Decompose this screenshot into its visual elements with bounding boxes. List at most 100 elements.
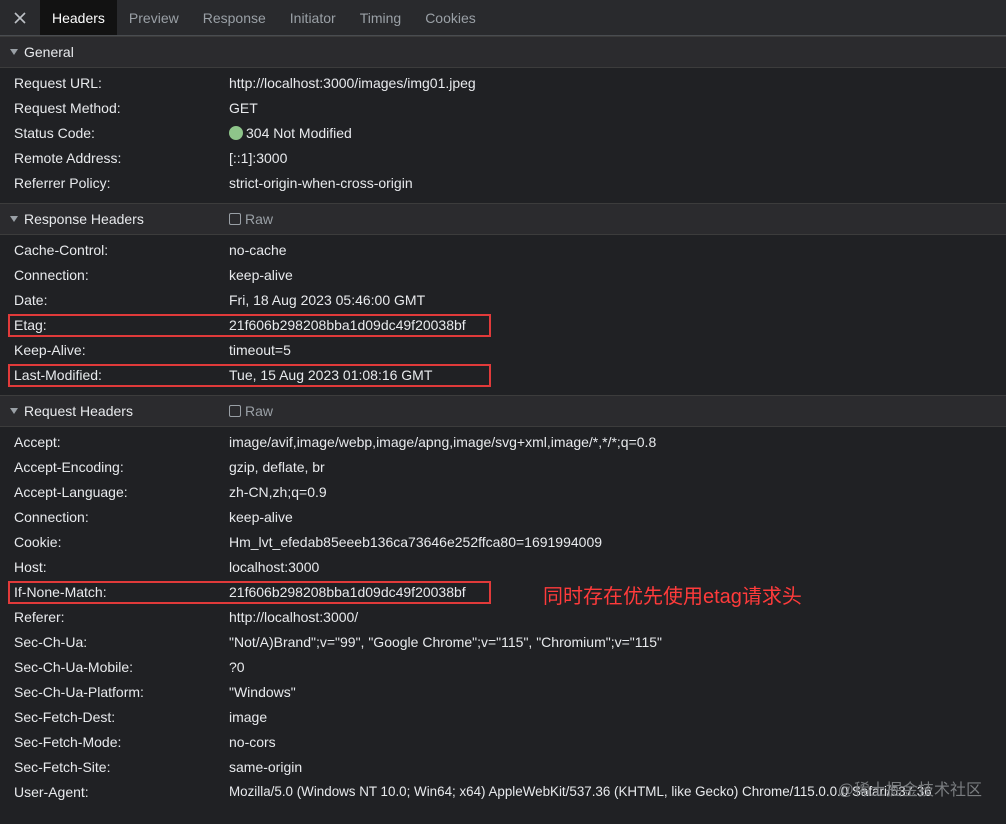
header-row-last-modified: Last-Modified: Tue, 15 Aug 2023 01:08:16 … (0, 363, 1006, 388)
header-row: Cookie: Hm_lvt_efedab85eeeb136ca73646e252… (0, 530, 1006, 555)
header-row: Sec-Fetch-Mode: no-cors (0, 730, 1006, 755)
header-value: http://localhost:3000/images/img01.jpeg (229, 75, 476, 91)
header-key: Request URL: (14, 75, 102, 91)
section-title: Request Headers (24, 403, 133, 419)
checkbox-icon[interactable] (229, 213, 241, 225)
header-row: Remote Address: [::1]:3000 (0, 146, 1006, 171)
header-key: Sec-Ch-Ua-Mobile: (14, 659, 134, 675)
status-dot-icon (229, 126, 243, 140)
header-value: no-cors (229, 734, 276, 750)
header-key: Cache-Control: (14, 242, 109, 258)
header-row: Host: localhost:3000 (0, 555, 1006, 580)
section-general-header[interactable]: General (0, 36, 1006, 68)
section-title: General (24, 44, 74, 60)
header-value: no-cache (229, 242, 287, 258)
header-key: Etag: (14, 317, 47, 333)
section-response-headers-header[interactable]: Response Headers Raw (0, 203, 1006, 235)
header-key: Accept-Language: (14, 484, 128, 500)
header-key: Connection: (14, 509, 89, 525)
header-key: Host: (14, 559, 47, 575)
header-key: Date: (14, 292, 48, 308)
section-request-headers-header[interactable]: Request Headers Raw (0, 395, 1006, 427)
checkbox-icon[interactable] (229, 405, 241, 417)
header-key: Accept-Encoding: (14, 459, 124, 475)
header-key: If-None-Match: (14, 584, 107, 600)
header-value: image/avif,image/webp,image/apng,image/s… (229, 434, 657, 450)
raw-label: Raw (245, 403, 274, 419)
header-value: timeout=5 (229, 342, 291, 358)
header-value: [::1]:3000 (229, 150, 288, 166)
header-key: Remote Address: (14, 150, 122, 166)
header-row: Connection: keep-alive (0, 263, 1006, 288)
header-key: Request Method: (14, 100, 121, 116)
header-value: image (229, 709, 268, 725)
header-row: Sec-Ch-Ua-Platform: "Windows" (0, 680, 1006, 705)
header-value: keep-alive (229, 509, 293, 525)
header-row-etag: Etag: 21f606b298208bba1d09dc49f20038bf (0, 313, 1006, 338)
response-header-rows: Cache-Control: no-cache Connection: keep-a… (0, 235, 1006, 395)
tab-cookies[interactable]: Cookies (413, 0, 488, 35)
header-key: Sec-Ch-Ua-Platform: (14, 684, 144, 700)
header-value: ?0 (229, 659, 245, 675)
header-key: Cookie: (14, 534, 62, 550)
header-row: Referer: http://localhost:3000/ (0, 605, 1006, 630)
header-value: GET (229, 100, 258, 116)
header-value: Hm_lvt_efedab85eeeb136ca73646e252ffca80=… (229, 534, 603, 550)
header-row: Connection: keep-alive (0, 505, 1006, 530)
header-row: Sec-Fetch-Dest: image (0, 705, 1006, 730)
header-value: http://localhost:3000/ (229, 609, 359, 625)
header-row: Sec-Ch-Ua: "Not/A)Brand";v="99", "Google … (0, 630, 1006, 655)
header-key: Sec-Fetch-Site: (14, 759, 111, 775)
header-row: Accept-Encoding: gzip, deflate, br (0, 455, 1006, 480)
header-row: Referrer Policy: strict-origin-when-cross… (0, 171, 1006, 196)
header-key: Referrer Policy: (14, 175, 111, 191)
header-value: Fri, 18 Aug 2023 05:46:00 GMT (229, 292, 426, 308)
triangle-down-icon (10, 49, 18, 55)
triangle-down-icon (10, 408, 18, 414)
tab-initiator[interactable]: Initiator (278, 0, 348, 35)
header-value: Tue, 15 Aug 2023 01:08:16 GMT (229, 367, 433, 383)
header-value: same-origin (229, 759, 303, 775)
header-value: "Windows" (229, 684, 296, 700)
header-row: Request Method: GET (0, 96, 1006, 121)
header-value: Mozilla/5.0 (Windows NT 10.0; Win64; x64… (229, 784, 932, 799)
triangle-down-icon (10, 216, 18, 222)
header-value: 21f606b298208bba1d09dc49f20038bf (229, 584, 466, 600)
request-header-rows: Accept: image/avif,image/webp,image/apng,… (0, 427, 1006, 812)
header-value: gzip, deflate, br (229, 459, 325, 475)
raw-toggle[interactable]: Raw (229, 396, 273, 426)
header-key: Keep-Alive: (14, 342, 86, 358)
header-value: 304 Not Modified (246, 125, 352, 141)
raw-toggle[interactable]: Raw (229, 204, 273, 234)
tab-headers[interactable]: Headers (40, 0, 117, 35)
header-key: Accept: (14, 434, 61, 450)
header-row: Accept-Language: zh-CN,zh;q=0.9 (0, 480, 1006, 505)
header-row: Date: Fri, 18 Aug 2023 05:46:00 GMT (0, 288, 1006, 313)
header-row: Accept: image/avif,image/webp,image/apng,… (0, 430, 1006, 455)
header-key: Connection: (14, 267, 89, 283)
watermark: @稀土掘金技术社区 (837, 782, 982, 799)
header-key: Sec-Fetch-Dest: (14, 709, 116, 725)
header-value: zh-CN,zh;q=0.9 (229, 484, 327, 500)
header-key: User-Agent: (14, 784, 89, 800)
tab-preview[interactable]: Preview (117, 0, 191, 35)
header-value: 21f606b298208bba1d09dc49f20038bf (229, 317, 466, 333)
header-value: keep-alive (229, 267, 293, 283)
header-value: strict-origin-when-cross-origin (229, 175, 413, 191)
header-key: Sec-Fetch-Mode: (14, 734, 122, 750)
general-rows: Request URL: http://localhost:3000/images… (0, 68, 1006, 203)
header-key: Sec-Ch-Ua: (14, 634, 88, 650)
header-row: Request URL: http://localhost:3000/images… (0, 71, 1006, 96)
header-key: Status Code: (14, 125, 95, 141)
header-row: Sec-Ch-Ua-Mobile: ?0 (0, 655, 1006, 680)
header-value: localhost:3000 (229, 559, 320, 575)
devtools-tabbar: Headers Preview Response Initiator Timin… (0, 0, 1006, 36)
header-key: Last-Modified: (14, 367, 102, 383)
header-row: Status Code: 304 Not Modified (0, 121, 1006, 146)
close-icon[interactable] (0, 0, 40, 35)
raw-label: Raw (245, 211, 274, 227)
header-row: Cache-Control: no-cache (0, 238, 1006, 263)
tab-timing[interactable]: Timing (348, 0, 414, 35)
tab-response[interactable]: Response (191, 0, 278, 35)
section-title: Response Headers (24, 211, 144, 227)
